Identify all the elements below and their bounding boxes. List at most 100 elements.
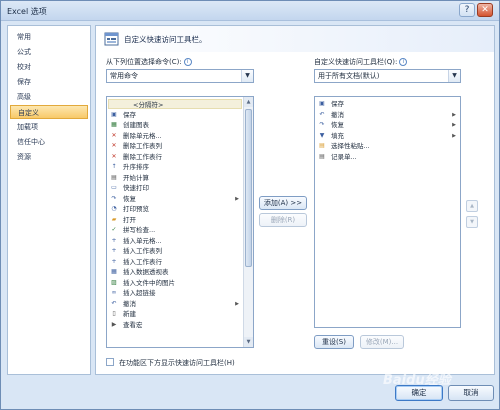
move-up-button[interactable]: ▲: [466, 200, 478, 212]
sidebar-item[interactable]: 保存: [10, 75, 88, 89]
list-item[interactable]: ↶ 撤消 ▶: [108, 299, 242, 309]
move-down-button[interactable]: ▼: [466, 216, 478, 228]
list-item[interactable]: ▦ 插入数据透视表: [108, 267, 242, 277]
list-item[interactable]: ▣ 保存: [316, 99, 459, 109]
sidebar-item[interactable]: 高级: [10, 90, 88, 104]
list-item-label: 插入超链接: [123, 289, 156, 297]
list-item[interactable]: ↑ 升序排序: [108, 162, 242, 172]
scroll-thumb[interactable]: [245, 109, 252, 267]
undo-icon: ↶: [319, 110, 325, 118]
choose-commands-dropdown[interactable]: 常用命令 ▼: [106, 69, 254, 83]
sidebar-item[interactable]: 信任中心: [10, 135, 88, 149]
modify-button[interactable]: 修改(M)...: [360, 335, 404, 349]
sidebar-item[interactable]: 自定义: [10, 105, 88, 119]
redo-icon: ↷: [319, 121, 325, 128]
sidebar-item[interactable]: 常用: [10, 30, 88, 44]
info-icon: i: [399, 58, 408, 66]
list-item[interactable]: ∞ 插入超链接: [108, 288, 242, 298]
reset-button[interactable]: 重设(S): [314, 335, 354, 349]
list-item[interactable]: ✕ 删除工作表行: [108, 152, 242, 162]
sort-ascending-icon: ↑: [111, 163, 117, 170]
sidebar-item[interactable]: 校对: [10, 60, 88, 74]
form-icon: ▤: [319, 152, 325, 160]
cancel-button[interactable]: 取消: [448, 385, 494, 401]
list-item-label: 开始计算: [123, 173, 149, 182]
save-icon: ▣: [111, 110, 117, 118]
list-item[interactable]: + 插入工作表行: [108, 257, 242, 267]
sidebar-item[interactable]: 公式: [10, 45, 88, 59]
spell-check-icon: ✓: [111, 226, 117, 233]
remove-button[interactable]: 删除(R): [259, 213, 307, 227]
list-item-label: 填充: [331, 131, 344, 140]
list-item[interactable]: ▤ 选择性粘贴...: [316, 141, 459, 151]
list-item[interactable]: + 插入工作表列: [108, 246, 242, 256]
list-item-label: 恢复: [331, 121, 344, 129]
hyperlink-icon: ∞: [111, 289, 117, 296]
macro-icon: ▶: [111, 320, 117, 328]
scroll-down-icon[interactable]: ▼: [244, 337, 253, 347]
list-item-label: 保存: [331, 100, 344, 108]
list-item[interactable]: ▼ 填充 ▶: [316, 131, 459, 141]
paste-special-icon: ▤: [319, 142, 325, 149]
chevron-down-icon[interactable]: ▼: [241, 70, 253, 82]
list-item[interactable]: ▶ 查看宏: [108, 320, 242, 330]
list-item[interactable]: + 插入单元格...: [108, 236, 242, 246]
close-button[interactable]: ✕: [477, 3, 493, 17]
list-item[interactable]: ↶ 撤消 ▶: [316, 110, 459, 120]
list-item[interactable]: ▦ 创建图表: [108, 120, 242, 130]
add-button[interactable]: 添加(A) >>: [259, 196, 307, 210]
list-item-label: 打印预览: [123, 205, 149, 213]
list-item-label: 插入文件中的图片: [123, 278, 175, 287]
calculate-icon: ▤: [111, 173, 117, 181]
list-item-label: 删除工作表列: [123, 142, 162, 150]
list-item-label: 打开: [123, 215, 136, 224]
list-item[interactable]: ▤ 记录单...: [316, 152, 459, 162]
list-item[interactable]: ↷ 恢复 ▶: [108, 194, 242, 204]
choose-commands-label: 从下列位置选择命令(C): i: [106, 57, 192, 67]
show-below-ribbon-checkbox[interactable]: [106, 358, 114, 366]
submenu-arrow-icon: ▶: [452, 132, 456, 139]
list-item-label: 撤消: [123, 299, 136, 308]
toolbar-commands-list[interactable]: ▣ 保存 ↶ 撤消 ▶ ↷ 恢复 ▶ ▼ 填充 ▶ ▤ 选择性粘贴... ▤ 记录单...: [314, 96, 461, 328]
list-item[interactable]: ▭ 快速打印: [108, 183, 242, 193]
list-item[interactable]: ✓ 拼写检查...: [108, 225, 242, 235]
list-item[interactable]: ▰ 打开: [108, 215, 242, 225]
open-folder-icon: ▰: [111, 215, 117, 223]
sidebar-item[interactable]: 加载项: [10, 120, 88, 134]
list-item[interactable]: ▤ 开始计算: [108, 173, 242, 183]
list-item[interactable]: ▯ 新建: [108, 309, 242, 319]
picture-icon: ▨: [111, 278, 117, 286]
chevron-down-icon[interactable]: ▼: [448, 70, 460, 82]
section-banner: 自定义快速访问工具栏。: [96, 26, 494, 52]
list-item-label: 新建: [123, 310, 136, 318]
list-item-label: <分隔符>: [133, 101, 164, 109]
redo-icon: ↷: [111, 194, 117, 202]
sidebar-item[interactable]: 资源: [10, 150, 88, 164]
list-item[interactable]: ✕ 删除单元格...: [108, 131, 242, 141]
list-item-label: 快速打印: [123, 184, 149, 192]
info-icon: i: [183, 58, 192, 66]
help-button[interactable]: ?: [459, 3, 475, 17]
list-item[interactable]: ▣ 保存: [108, 110, 242, 120]
submenu-arrow-icon: ▶: [452, 122, 456, 128]
title-bar: Excel 选项 ? ✕: [1, 1, 499, 21]
delete-cells-icon: ✕: [111, 131, 117, 139]
toolbar-scope-dropdown[interactable]: 用于所有文档(默认) ▼: [314, 69, 461, 83]
customize-toolbar-label: 自定义快速访问工具栏(Q): i: [314, 57, 408, 67]
left-list-scrollbar[interactable]: ▲ ▼: [243, 97, 253, 347]
list-item[interactable]: ▨ 插入文件中的图片: [108, 278, 242, 288]
list-item[interactable]: ✕ 删除工作表列: [108, 141, 242, 151]
scroll-up-icon[interactable]: ▲: [244, 97, 253, 107]
list-item[interactable]: <分隔符>: [108, 99, 242, 109]
insert-row-icon: +: [111, 257, 117, 265]
list-item-label: 创建图表: [123, 121, 149, 129]
list-item[interactable]: ◔ 打印预览: [108, 204, 242, 214]
list-item[interactable]: ↷ 恢复 ▶: [316, 120, 459, 130]
window-title: Excel 选项: [7, 7, 47, 16]
list-item-label: 保存: [123, 110, 136, 119]
new-document-icon: ▯: [112, 310, 116, 317]
list-item-label: 记录单...: [331, 152, 357, 161]
delete-row-icon: ✕: [111, 152, 117, 160]
list-item-label: 插入工作表行: [123, 257, 162, 266]
available-commands-list[interactable]: ▲ ▼ <分隔符> ▣ 保存 ▦ 创建图表 ✕ 删除单元格... ✕ 删除工作表列 ✕ 删除工作表行…: [106, 96, 254, 348]
